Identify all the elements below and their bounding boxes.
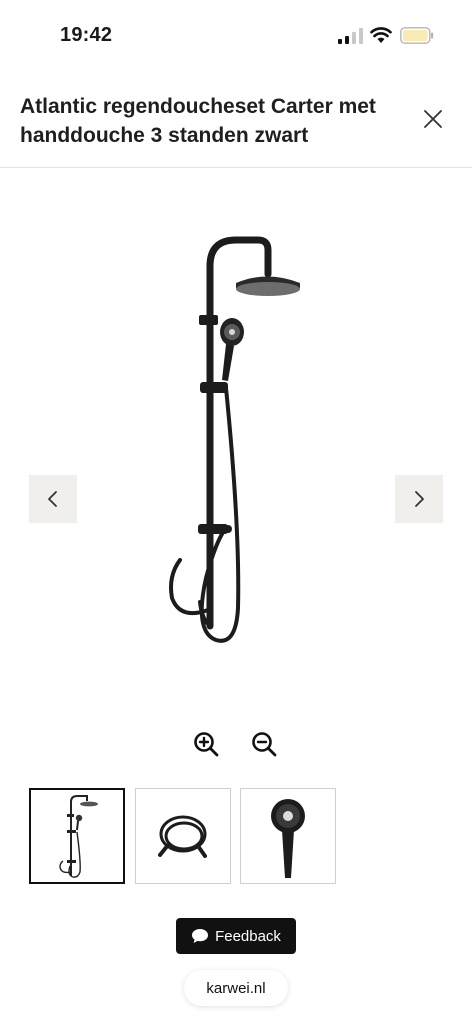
close-button[interactable] [418, 104, 448, 134]
signal-icon [338, 28, 363, 44]
status-time: 19:42 [60, 24, 113, 46]
next-image-button[interactable] [395, 475, 443, 523]
thumbnail-hose[interactable] [135, 788, 231, 884]
hose-thumbnail [158, 815, 207, 858]
close-icon [424, 110, 442, 128]
zoom-out-icon[interactable] [250, 730, 278, 758]
chevron-left-icon [48, 491, 57, 507]
chevron-right-icon [415, 491, 424, 507]
feedback-button[interactable]: Feedback [176, 918, 296, 954]
status-bar: 19:42 [0, 0, 472, 70]
url-bar[interactable]: karwei.nl [184, 970, 288, 1006]
zoom-in-icon[interactable] [192, 730, 220, 758]
shower-set-thumbnail [59, 795, 98, 878]
product-header: Atlantic regendoucheset Carter met handd… [0, 70, 472, 168]
battery-icon [400, 27, 434, 44]
thumbnail-shower-set[interactable] [29, 788, 125, 884]
url-domain: karwei.nl [206, 979, 266, 997]
thumbnail-strip [29, 788, 349, 884]
product-title: Atlantic regendoucheset Carter met handd… [20, 95, 376, 147]
thumbnail-hand-shower[interactable] [240, 788, 336, 884]
feedback-label: Feedback [215, 927, 281, 945]
wifi-icon [370, 27, 392, 43]
image-gallery [0, 168, 472, 728]
hand-shower-thumbnail [271, 799, 305, 878]
previous-image-button[interactable] [29, 475, 77, 523]
product-image[interactable] [150, 228, 320, 658]
chat-bubble-icon [192, 929, 209, 943]
